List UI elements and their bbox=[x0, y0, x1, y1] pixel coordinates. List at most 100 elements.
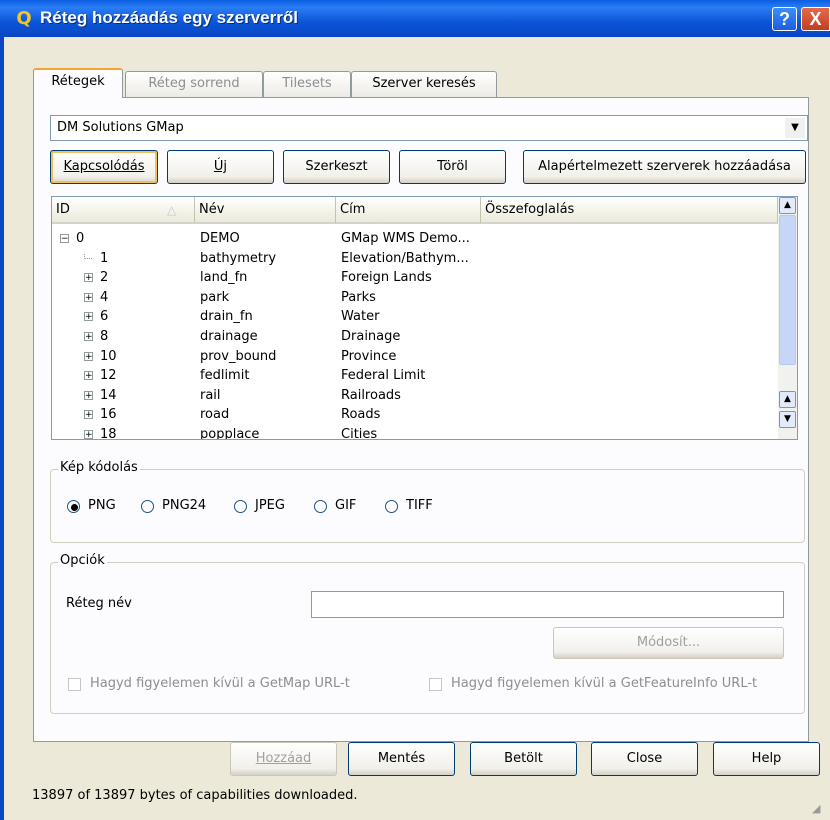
radio-png-label[interactable]: PNG bbox=[88, 498, 116, 513]
radio-tiff[interactable] bbox=[385, 500, 398, 513]
cell-id-text: 14 bbox=[100, 387, 117, 403]
close-button[interactable]: Close bbox=[591, 742, 698, 776]
collapse-icon[interactable]: − bbox=[60, 234, 69, 244]
cell-name: DEMO bbox=[200, 231, 240, 246]
resize-grip-icon[interactable]: ◢ bbox=[812, 802, 826, 816]
cell-id-text: 16 bbox=[100, 407, 117, 423]
cell-title: Province bbox=[341, 348, 397, 364]
tab-layers[interactable]: Rétegek bbox=[33, 68, 123, 98]
help-title-button[interactable]: ? bbox=[772, 7, 797, 31]
radio-gif-label[interactable]: GIF bbox=[335, 498, 356, 513]
ignore-getmap-label[interactable]: Hagyd figyelemen kívül a GetMap URL-t bbox=[90, 676, 350, 691]
sort-ascending-icon: △ bbox=[167, 203, 177, 217]
table-row[interactable]: +6 drain_fn Water bbox=[52, 308, 778, 326]
radio-png[interactable] bbox=[67, 500, 80, 513]
cell-id-text: 12 bbox=[100, 368, 117, 384]
radio-jpeg[interactable] bbox=[234, 500, 247, 513]
delete-button[interactable]: Töröl bbox=[399, 150, 506, 184]
table-row[interactable]: +2 land_fn Foreign Lands bbox=[52, 269, 778, 287]
layer-name-input[interactable] bbox=[311, 591, 784, 618]
table-row[interactable]: +10 prov_bound Province bbox=[52, 348, 778, 366]
expand-icon[interactable]: + bbox=[84, 273, 93, 283]
expand-icon[interactable]: + bbox=[84, 410, 93, 420]
ignore-getfeatureinfo-checkbox[interactable] bbox=[429, 678, 442, 691]
tree-branch-icon bbox=[84, 253, 92, 259]
options-title: Opciók bbox=[58, 553, 107, 568]
table-row[interactable]: +4 park Parks bbox=[52, 289, 778, 307]
add-button-label: Hozzáad bbox=[255, 751, 312, 766]
save-button[interactable]: Mentés bbox=[348, 742, 455, 776]
ignore-getfeatureinfo-label[interactable]: Hagyd figyelemen kívül a GetFeatureInfo … bbox=[451, 676, 757, 691]
tab-tilesets[interactable]: Tilesets bbox=[263, 71, 351, 97]
cell-name: land_fn bbox=[200, 270, 248, 286]
cell-title: Drainage bbox=[341, 329, 401, 344]
cell-id-text: 0 bbox=[76, 231, 85, 246]
table-row[interactable]: +16 road Roads bbox=[52, 406, 778, 424]
scrollbar-thumb[interactable] bbox=[779, 215, 796, 365]
cell-name: fedlimit bbox=[200, 368, 250, 384]
scroll-up-lower-icon[interactable]: ▲ bbox=[779, 391, 796, 408]
cell-name: rail bbox=[200, 387, 221, 403]
cell-id-text: 1 bbox=[100, 250, 109, 266]
expand-icon[interactable]: + bbox=[84, 371, 93, 381]
cell-name: drainage bbox=[200, 329, 258, 344]
column-header-title[interactable]: Cím bbox=[336, 197, 481, 224]
server-select-value: DM Solutions GMap bbox=[57, 120, 184, 135]
column-header-id-label: ID bbox=[56, 202, 70, 217]
scroll-down-icon[interactable]: ▼ bbox=[779, 411, 796, 428]
expand-icon[interactable]: + bbox=[84, 430, 93, 439]
table-row[interactable]: −0 DEMO GMap WMS Demo... bbox=[52, 230, 778, 248]
layer-tree-table[interactable]: ID △ Név Cím Összefoglalás −0 DEMO GMap WM… bbox=[51, 196, 798, 440]
layer-rows: −0 DEMO GMap WMS Demo... 1 bathymetry Elevati… bbox=[52, 230, 778, 440]
expand-icon[interactable]: + bbox=[84, 292, 93, 302]
window-frame-left bbox=[0, 37, 4, 820]
new-button[interactable]: Új bbox=[167, 150, 274, 184]
dropdown-arrow-icon[interactable]: ▼ bbox=[785, 118, 805, 138]
vertical-scrollbar[interactable]: ▲ ▲ ▼ bbox=[778, 197, 797, 439]
scroll-up-icon[interactable]: ▲ bbox=[779, 197, 796, 214]
table-row[interactable]: 1 bathymetry Elevation/Bathym... bbox=[52, 250, 778, 268]
column-header-name[interactable]: Név bbox=[195, 197, 336, 224]
close-title-button[interactable]: X bbox=[801, 7, 830, 31]
ignore-getmap-checkbox[interactable] bbox=[68, 678, 81, 691]
cell-name: bathymetry bbox=[200, 250, 277, 266]
radio-png24-label[interactable]: PNG24 bbox=[162, 498, 206, 513]
table-row[interactable]: +18 popplace Cities bbox=[52, 426, 778, 440]
connect-button[interactable]: Kapcsolódás bbox=[50, 150, 158, 184]
add-default-servers-button[interactable]: Alapértelmezett szerverek hozzáadása bbox=[523, 150, 806, 184]
cell-name: prov_bound bbox=[200, 348, 277, 364]
cell-name: road bbox=[200, 407, 230, 423]
cell-title: Parks bbox=[341, 289, 376, 305]
radio-tiff-label[interactable]: TIFF bbox=[406, 498, 433, 513]
expand-icon[interactable]: + bbox=[84, 351, 93, 361]
cell-name: popplace bbox=[200, 427, 260, 440]
change-button[interactable]: Módosít... bbox=[553, 627, 784, 659]
cell-title: Roads bbox=[341, 407, 381, 423]
layer-name-label: Réteg név bbox=[66, 596, 132, 611]
title-bar[interactable]: Q Réteg hozzáadás egy szerverről ? X bbox=[0, 0, 830, 37]
cell-id-text: 4 bbox=[100, 289, 109, 305]
column-header-id[interactable]: ID △ bbox=[52, 197, 195, 224]
expand-icon[interactable]: + bbox=[84, 332, 93, 342]
cell-id-text: 18 bbox=[100, 427, 117, 440]
tab-server-search[interactable]: Szerver keresés bbox=[351, 71, 497, 97]
table-row[interactable]: +8 drainage Drainage bbox=[52, 328, 778, 346]
status-text: 13897 of 13897 bytes of capabilities dow… bbox=[32, 788, 358, 803]
radio-jpeg-label[interactable]: JPEG bbox=[255, 498, 285, 513]
server-select[interactable]: DM Solutions GMap ▼ bbox=[50, 115, 808, 141]
load-button[interactable]: Betölt bbox=[470, 742, 577, 776]
cell-title: Elevation/Bathym... bbox=[341, 250, 469, 266]
tab-layer-order[interactable]: Réteg sorrend bbox=[125, 71, 263, 97]
expand-icon[interactable]: + bbox=[84, 390, 93, 400]
edit-button[interactable]: Szerkeszt bbox=[283, 150, 390, 184]
column-header-summary[interactable]: Összefoglalás bbox=[481, 197, 778, 224]
radio-gif[interactable] bbox=[314, 500, 327, 513]
cell-name: park bbox=[200, 289, 230, 305]
expand-icon[interactable]: + bbox=[84, 312, 93, 322]
add-button[interactable]: Hozzáad bbox=[230, 742, 337, 776]
radio-png24[interactable] bbox=[141, 500, 154, 513]
table-row[interactable]: +12 fedlimit Federal Limit bbox=[52, 367, 778, 385]
cell-title: Cities bbox=[341, 427, 378, 440]
help-button[interactable]: Help bbox=[713, 742, 820, 776]
table-row[interactable]: +14 rail Railroads bbox=[52, 387, 778, 405]
